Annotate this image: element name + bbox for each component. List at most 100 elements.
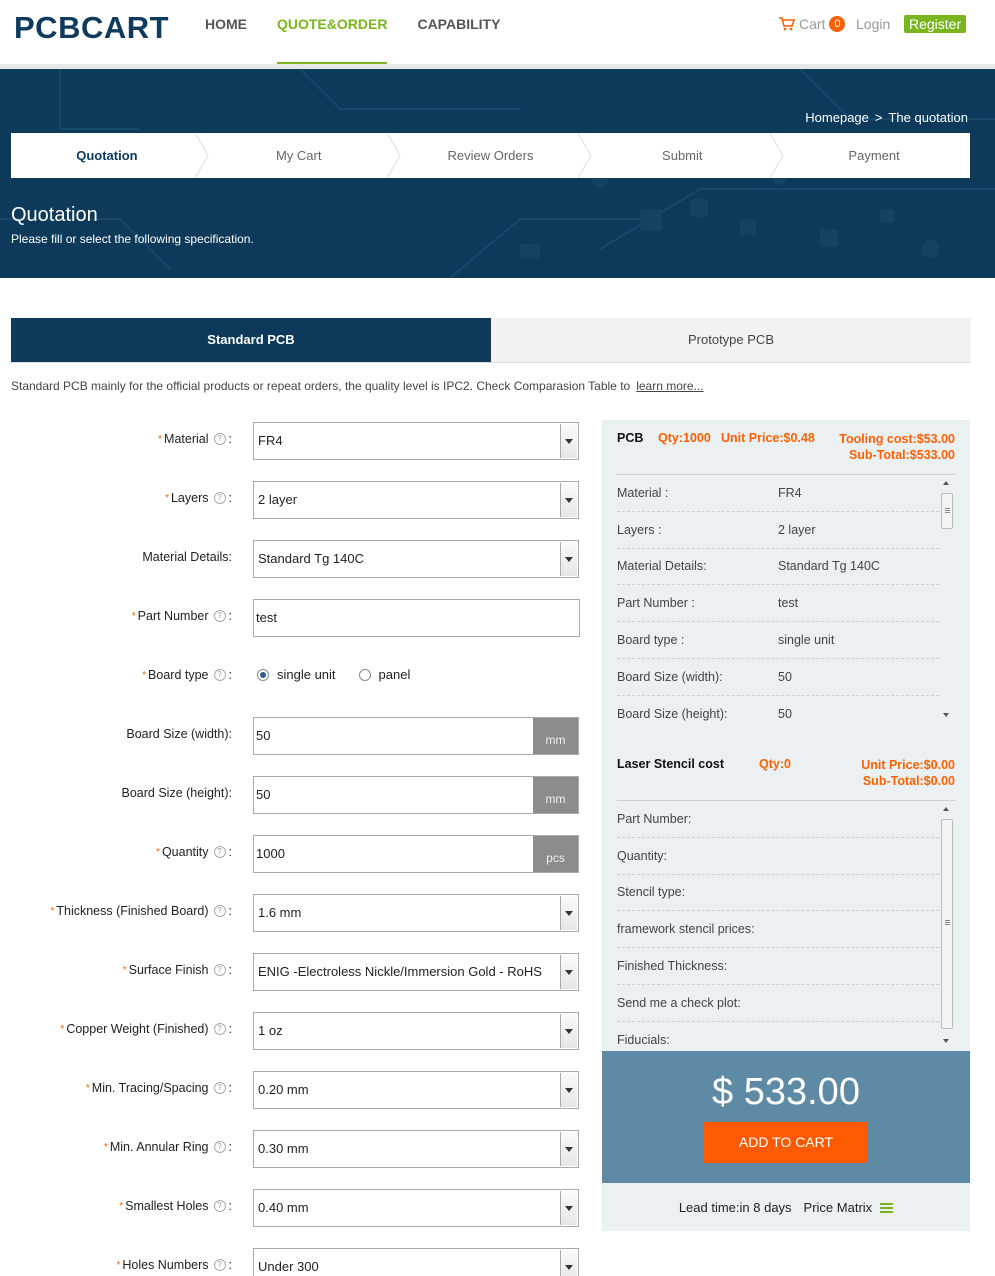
site-logo[interactable]: PCBCART xyxy=(14,10,169,46)
menu-icon[interactable] xyxy=(880,1202,894,1213)
unit-label: pcs xyxy=(533,836,578,872)
add-to-cart-button[interactable]: ADD TO CART xyxy=(704,1122,868,1163)
help-icon[interactable]: ? xyxy=(213,669,226,681)
scrollbar[interactable] xyxy=(939,475,955,723)
scrollbar[interactable] xyxy=(939,801,955,1049)
material-details-label: Material Details: xyxy=(142,550,232,564)
required-marker: * xyxy=(103,1141,108,1153)
help-icon[interactable]: ? xyxy=(213,1259,226,1271)
summary-key: Material Details: xyxy=(617,559,707,574)
step-payment: Payment xyxy=(848,148,900,163)
tab-standard-pcb[interactable]: Standard PCB xyxy=(11,318,491,362)
step-review-orders: Review Orders xyxy=(395,133,593,178)
register-button[interactable]: Register xyxy=(904,15,967,33)
copper-weight-select[interactable]: 1 oz xyxy=(253,1012,579,1050)
surface-finish-label: * Surface Finish?: xyxy=(122,963,232,977)
scroll-down-icon[interactable] xyxy=(943,1039,949,1043)
pcb-spec-list[interactable]: Material : FR4 Layers : 2 layer Material Det… xyxy=(617,474,955,723)
help-icon[interactable]: ? xyxy=(213,846,226,858)
board-type-radios: single unit panel xyxy=(257,667,433,682)
scroll-thumb[interactable] xyxy=(941,819,953,1029)
layers-select[interactable]: 2 layer xyxy=(253,481,579,519)
summary-key: Part Number: xyxy=(617,811,692,826)
help-icon[interactable]: ? xyxy=(213,492,226,504)
summary-row: Send me a check plot: xyxy=(617,985,939,1022)
pcb-type-tabs: Standard PCB Prototype PCB xyxy=(11,318,971,363)
price-matrix-link[interactable]: Price Matrix xyxy=(804,1200,873,1215)
summary-value: Standard Tg 140C xyxy=(778,559,880,574)
unit-label: mm xyxy=(533,777,578,813)
row-thickness: * Thickness (Finished Board)?: 1.6 mm xyxy=(0,894,590,932)
radio-panel[interactable] xyxy=(358,668,371,681)
summary-row: Board Size (height): 50 xyxy=(617,696,939,723)
required-marker: * xyxy=(156,846,160,858)
nav-home[interactable]: HOME xyxy=(190,0,262,64)
total-price-box: $ 533.00 ADD TO CART xyxy=(602,1051,970,1183)
stencil-summary-title: Laser Stencil cost xyxy=(617,757,724,771)
stencil-spec-list[interactable]: Part Number: Quantity: Stencil type: framew… xyxy=(617,800,955,1049)
page-title: Quotation xyxy=(11,204,98,226)
summary-row: Quantity: xyxy=(617,838,939,875)
scroll-up-icon[interactable] xyxy=(943,807,949,811)
panel-label[interactable]: panel xyxy=(379,667,411,682)
surface-finish-select[interactable]: ENIG -Electroless Nickle/Immersion Gold … xyxy=(253,953,579,991)
min-annular-select[interactable]: 0.30 mm xyxy=(253,1130,579,1168)
help-icon[interactable]: ? xyxy=(213,905,226,917)
page-subtitle: Please fill or select the following spec… xyxy=(11,232,254,246)
tab-prototype-pcb[interactable]: Prototype PCB xyxy=(491,318,971,362)
row-copper-weight: * Copper Weight (Finished)?: 1 oz xyxy=(0,1012,590,1050)
row-material-details: Material Details: Standard Tg 140C xyxy=(0,540,590,578)
single-unit-label[interactable]: single unit xyxy=(277,667,336,682)
board-width-input[interactable]: 50 mm xyxy=(253,717,579,755)
chevron-down-icon xyxy=(560,1132,577,1166)
learn-more-link[interactable]: learn more... xyxy=(636,379,703,393)
chevron-down-icon xyxy=(560,424,577,458)
summary-row: Fiducials: xyxy=(617,1022,939,1049)
summary-row: Layers : 2 layer xyxy=(617,512,939,549)
help-icon[interactable]: ? xyxy=(213,610,226,622)
row-quantity: * Quantity?: 1000 pcs xyxy=(0,835,590,873)
required-marker: * xyxy=(131,610,136,622)
summary-key: Material : xyxy=(617,485,669,500)
chevron-down-icon xyxy=(560,1250,577,1276)
board-height-input[interactable]: 50 mm xyxy=(253,776,579,814)
login-link[interactable]: Login xyxy=(856,16,890,32)
quotation-banner: Homepage > The quotation Quotation My Cart… xyxy=(0,69,995,278)
help-icon[interactable]: ? xyxy=(213,433,226,445)
summary-value: 50 xyxy=(778,669,792,684)
min-tracing-select[interactable]: 0.20 mm xyxy=(253,1071,579,1109)
scroll-up-icon[interactable] xyxy=(943,481,949,485)
holes-numbers-select[interactable]: Under 300 xyxy=(253,1248,579,1276)
layers-label: * Layers?: xyxy=(165,491,232,505)
chevron-down-icon xyxy=(560,1014,577,1048)
help-icon[interactable]: ? xyxy=(213,964,226,976)
help-icon[interactable]: ? xyxy=(213,1141,226,1153)
radio-single-unit[interactable] xyxy=(257,668,269,681)
help-icon[interactable]: ? xyxy=(213,1082,226,1094)
scroll-thumb[interactable] xyxy=(941,493,953,529)
order-steps: Quotation My Cart Review Orders Submit P… xyxy=(11,133,970,178)
cart-link[interactable]: Cart 0 xyxy=(779,16,846,32)
row-board-height: Board Size (height): 50 mm xyxy=(0,776,590,814)
summary-key: Fiducials: xyxy=(617,1032,670,1047)
smallest-holes-select[interactable]: 0.40 mm xyxy=(253,1189,579,1227)
part-number-input[interactable]: test xyxy=(253,599,580,637)
main-nav: HOME QUOTE&ORDER CAPABILITY xyxy=(190,0,515,64)
scroll-down-icon[interactable] xyxy=(943,713,949,717)
required-marker: * xyxy=(50,905,55,917)
summary-key: Board Size (width): xyxy=(617,669,723,684)
nav-quote-order[interactable]: QUOTE&ORDER xyxy=(262,0,402,64)
help-icon[interactable]: ? xyxy=(213,1200,226,1212)
quantity-input[interactable]: 1000 pcs xyxy=(253,835,579,873)
summary-key: Quantity: xyxy=(617,848,668,863)
thickness-select[interactable]: 1.6 mm xyxy=(253,894,579,932)
row-min-annular-ring: * Min. Annular Ring?: 0.30 mm xyxy=(0,1130,590,1168)
nav-capability[interactable]: CAPABILITY xyxy=(402,0,515,64)
help-icon[interactable]: ? xyxy=(213,1023,226,1035)
breadcrumb-home[interactable]: Homepage xyxy=(805,110,869,125)
stencil-qty: Qty:0 xyxy=(759,757,791,771)
required-marker: * xyxy=(119,1200,124,1212)
material-details-select[interactable]: Standard Tg 140C xyxy=(253,540,579,578)
summary-key: Send me a check plot: xyxy=(617,995,741,1010)
material-select[interactable]: FR4 xyxy=(253,422,579,460)
